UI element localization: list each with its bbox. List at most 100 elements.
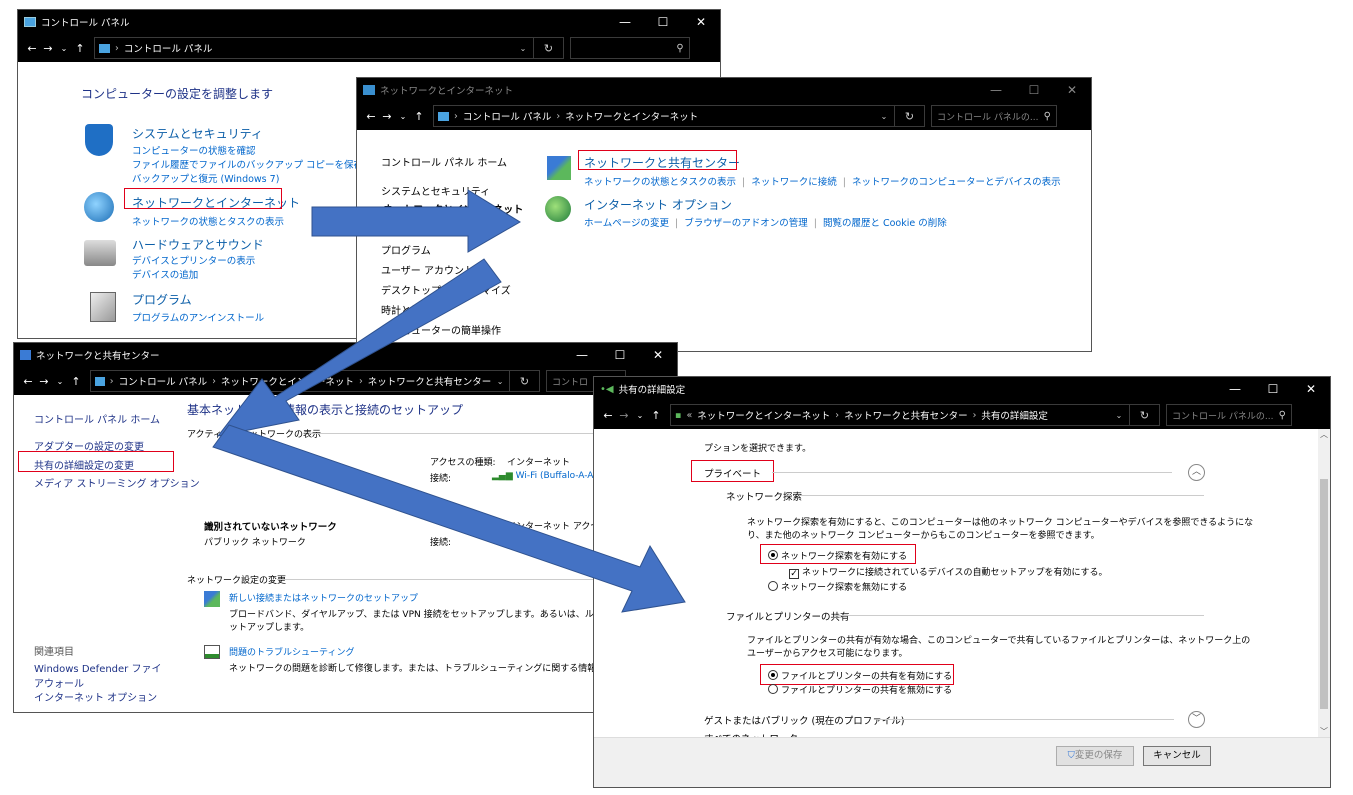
scroll-down-icon[interactable]: ﹀ bbox=[1318, 726, 1330, 737]
breadcrumb-network-internet[interactable]: ネットワークとインターネット bbox=[565, 109, 698, 123]
scrollbar[interactable]: ︿ ﹀ bbox=[1318, 429, 1330, 737]
sidebar-home[interactable]: コントロール パネル ホーム bbox=[381, 154, 507, 169]
io-category-link[interactable]: インターネット オプション bbox=[584, 196, 732, 213]
refresh-button[interactable]: ↻ bbox=[534, 37, 564, 59]
save-button[interactable]: ⛉変更の保存 bbox=[1056, 746, 1134, 766]
up-arrow-icon[interactable]: ↑ bbox=[72, 42, 88, 55]
back-arrow-icon[interactable]: ← bbox=[363, 110, 379, 123]
close-button[interactable]: ✕ bbox=[639, 348, 677, 362]
maximize-button[interactable]: ☐ bbox=[601, 348, 639, 362]
forward-arrow-icon[interactable]: → bbox=[616, 409, 632, 422]
recent-chevron-icon[interactable]: ⌄ bbox=[52, 377, 68, 386]
up-arrow-icon[interactable]: ↑ bbox=[68, 375, 84, 388]
breadcrumb-control-panel[interactable]: コントロール パネル bbox=[124, 41, 213, 55]
category-system-security[interactable]: システムとセキュリティ bbox=[132, 125, 263, 142]
link-delete-history[interactable]: 閲覧の履歴と Cookie の削除 bbox=[823, 218, 947, 229]
related-firewall[interactable]: Windows Defender ファイアウォール bbox=[34, 660, 164, 690]
highlight-network bbox=[124, 188, 282, 209]
nd-off-radio[interactable]: ネットワーク探索を無効にする bbox=[768, 580, 907, 593]
recent-chevron-icon[interactable]: ⌄ bbox=[395, 112, 411, 121]
maximize-button[interactable]: ☐ bbox=[1015, 83, 1053, 97]
sidebar-ease[interactable]: コンピューターの簡単操作 bbox=[381, 322, 501, 337]
maximize-button[interactable]: ☐ bbox=[1254, 382, 1292, 396]
breadcrumb-nsc[interactable]: ネットワークと共有センター bbox=[844, 408, 968, 422]
sidebar-system[interactable]: システムとセキュリティ bbox=[381, 183, 490, 198]
fp-heading: ファイルとプリンターの共有 bbox=[726, 612, 850, 623]
chevron-down-icon[interactable]: ⌄ bbox=[874, 112, 894, 121]
category-hardware-sound[interactable]: ハードウェアとサウンド bbox=[132, 236, 264, 253]
sidebar-media-streaming[interactable]: メディア ストリーミング オプション bbox=[34, 475, 200, 490]
link-add-device[interactable]: デバイスの追加 bbox=[132, 267, 198, 281]
search-input[interactable]: コントロール パネルの... ⚲ bbox=[1166, 404, 1292, 426]
chevron-down-icon[interactable]: ⌄ bbox=[513, 44, 533, 53]
breadcrumb-control-panel[interactable]: コントロール パネル bbox=[463, 109, 552, 123]
search-input[interactable]: ⚲ bbox=[570, 37, 690, 59]
link-network-status[interactable]: ネットワークの状態とタスクの表示 bbox=[132, 214, 284, 228]
link-uninstall[interactable]: プログラムのアンインストール bbox=[132, 310, 264, 324]
up-arrow-icon[interactable]: ↑ bbox=[648, 409, 664, 422]
nd-auto-checkbox[interactable]: ✓ ネットワークに接続されているデバイスの自動セットアップを有効にする。 bbox=[789, 565, 1108, 579]
cancel-button[interactable]: キャンセル bbox=[1143, 746, 1211, 766]
breadcrumb-nsc[interactable]: ネットワークと共有センター bbox=[368, 374, 492, 388]
link-new-connection[interactable]: 新しい接続またはネットワークのセットアップ bbox=[229, 591, 418, 604]
footer-bar: ⛉変更の保存 キャンセル bbox=[594, 737, 1330, 787]
link-troubleshoot[interactable]: 問題のトラブルシューティング bbox=[229, 645, 354, 658]
related-internet-options[interactable]: インターネット オプション bbox=[34, 689, 157, 704]
minimize-button[interactable]: — bbox=[977, 83, 1015, 97]
link-devices-printers[interactable]: デバイスとプリンターの表示 bbox=[132, 253, 255, 267]
sidebar-programs[interactable]: プログラム bbox=[381, 242, 431, 257]
link-check-status[interactable]: コンピューターの状態を確認 bbox=[132, 143, 256, 157]
address-bar[interactable]: › コントロール パネル › ネットワークとインターネット › ネットワークと共有セン… bbox=[90, 370, 510, 392]
sidebar-home[interactable]: コントロール パネル ホーム bbox=[34, 411, 160, 426]
minimize-button[interactable]: — bbox=[606, 15, 644, 29]
back-arrow-icon[interactable]: ← bbox=[20, 375, 36, 388]
back-arrow-icon[interactable]: ← bbox=[600, 409, 616, 422]
scrollbar-thumb[interactable] bbox=[1320, 479, 1328, 709]
close-button[interactable]: ✕ bbox=[1053, 83, 1091, 97]
up-arrow-icon[interactable]: ↑ bbox=[411, 110, 427, 123]
forward-arrow-icon[interactable]: → bbox=[36, 375, 52, 388]
scroll-up-icon[interactable]: ︿ bbox=[1318, 429, 1330, 440]
chevron-down-icon[interactable]: ⌄ bbox=[491, 377, 509, 386]
sidebar-hardware[interactable]: ハードウェアとサウンド bbox=[381, 221, 491, 236]
chevron-down-icon[interactable]: ⌄ bbox=[1109, 411, 1129, 420]
search-input[interactable]: コントロール パネルの... ⚲ bbox=[931, 105, 1057, 127]
sidebar-user-accounts[interactable]: ユーザー アカウント bbox=[381, 262, 474, 277]
minimize-button[interactable]: — bbox=[563, 348, 601, 362]
breadcrumb-control-panel[interactable]: コントロール パネル bbox=[119, 374, 208, 388]
refresh-button[interactable]: ↻ bbox=[510, 370, 540, 392]
forward-arrow-icon[interactable]: → bbox=[379, 110, 395, 123]
address-bar[interactable]: › コントロール パネル › ネットワークとインターネット ⌄ bbox=[433, 105, 895, 127]
minimize-button[interactable]: — bbox=[1216, 382, 1254, 396]
close-button[interactable]: ✕ bbox=[682, 15, 720, 29]
link-network-status[interactable]: ネットワークの状態とタスクの表示 bbox=[584, 177, 736, 188]
breadcrumb-network-internet[interactable]: ネットワークとインターネット bbox=[221, 374, 354, 388]
maximize-button[interactable]: ☐ bbox=[644, 15, 682, 29]
link-backup-restore[interactable]: バックアップと復元 (Windows 7) bbox=[132, 171, 279, 185]
close-button[interactable]: ✕ bbox=[1292, 382, 1330, 396]
address-bar[interactable]: ▪ «ネットワークとインターネット › ネットワークと共有センター › 共有の詳細設… bbox=[670, 404, 1130, 426]
fp-off-radio[interactable]: ファイルとプリンターの共有を無効にする bbox=[768, 683, 952, 696]
refresh-button[interactable]: ↻ bbox=[895, 105, 925, 127]
expand-guest-icon[interactable]: ﹀ bbox=[1188, 711, 1205, 728]
highlight-nd-on bbox=[760, 544, 916, 564]
address-bar[interactable]: › コントロール パネル ⌄ bbox=[94, 37, 534, 59]
link-connect-network[interactable]: ネットワークに接続 bbox=[751, 177, 837, 188]
link-view-devices[interactable]: ネットワークのコンピューターとデバイスの表示 bbox=[852, 177, 1061, 188]
link-home-page[interactable]: ホームページの変更 bbox=[584, 218, 669, 229]
sidebar-desktop[interactable]: デスクトップのカスタマイズ bbox=[381, 282, 511, 297]
recent-chevron-icon[interactable]: ⌄ bbox=[632, 411, 648, 420]
back-arrow-icon[interactable]: ← bbox=[24, 42, 40, 55]
recent-chevron-icon[interactable]: ⌄ bbox=[56, 44, 72, 53]
connection-wifi-link[interactable]: ▂▄▆ Wi-Fi (Buffalo-A-A4E bbox=[492, 471, 605, 481]
breadcrumb-network-internet[interactable]: ネットワークとインターネット bbox=[697, 408, 830, 422]
link-addons[interactable]: ブラウザーのアドオンの管理 bbox=[684, 218, 808, 229]
link-file-history[interactable]: ファイル履歴でファイルのバックアップ コピーを保存 bbox=[132, 157, 363, 171]
forward-arrow-icon[interactable]: → bbox=[40, 42, 56, 55]
sidebar-clock[interactable]: 時計と地域 bbox=[381, 302, 431, 317]
collapse-private-icon[interactable]: ︿ bbox=[1188, 464, 1205, 481]
breadcrumb-advanced[interactable]: 共有の詳細設定 bbox=[981, 408, 1048, 422]
sidebar-network[interactable]: ● ネットワークとインターネット bbox=[371, 201, 523, 216]
refresh-button[interactable]: ↻ bbox=[1130, 404, 1160, 426]
category-programs[interactable]: プログラム bbox=[132, 291, 192, 308]
